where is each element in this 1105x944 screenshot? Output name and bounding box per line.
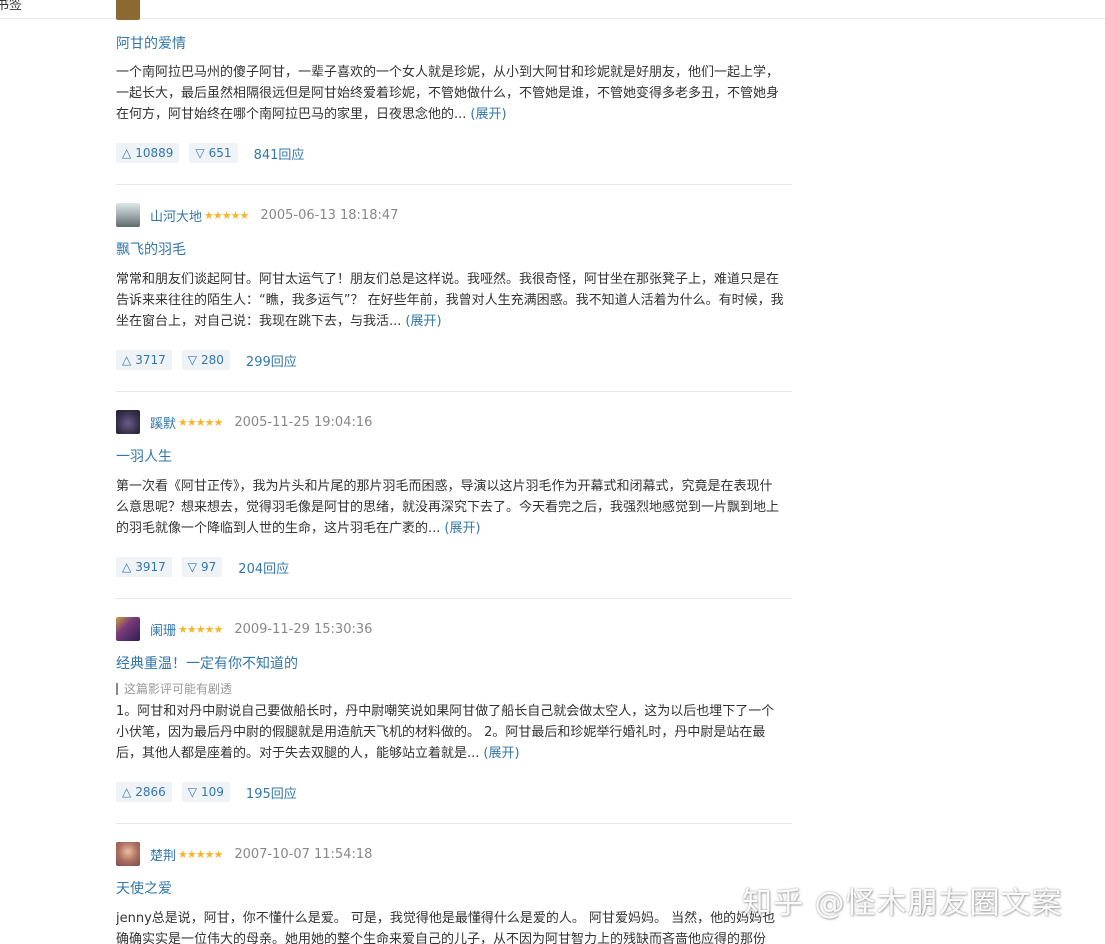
- author-name[interactable]: 山河大地: [150, 206, 202, 225]
- rating-stars: ★★★★★: [178, 622, 223, 636]
- review-excerpt: jenny总是说，阿甘，你不懂什么是爱。 可是，我觉得他是最懂得什么是爱的人。 …: [116, 911, 776, 944]
- review-title[interactable]: 经典重温！一定有你不知道的: [116, 653, 298, 673]
- review-body: jenny总是说，阿甘，你不懂什么是爱。 可是，我觉得他是最懂得什么是爱的人。 …: [116, 908, 784, 944]
- spoiler-warning: 这篇影评可能有剧透: [116, 683, 232, 695]
- expand-link[interactable]: (展开): [470, 107, 506, 122]
- review-body: 一个南阿拉巴马州的傻子阿甘，一辈子喜欢的一个女人就是珍妮，从小到大阿甘和珍妮就是…: [116, 62, 784, 125]
- avatar[interactable]: [116, 203, 140, 227]
- reply-count-link[interactable]: 841回应: [254, 144, 305, 163]
- rating-stars: ★★★★★: [178, 847, 223, 861]
- upvote-icon: △: [122, 353, 132, 367]
- downvote-icon: ▽: [187, 785, 198, 799]
- review-title[interactable]: 飘飞的羽毛: [116, 239, 186, 259]
- review-header: 楚荆 ★★★★★ 2007-10-07 11:54:18: [116, 842, 372, 866]
- review-time[interactable]: 2005-11-25 19:04:16: [234, 415, 372, 430]
- review-body: 第一次看《阿甘正传》，我为片头和片尾的那片羽毛而困惑，导演以这片羽毛作为开幕式和…: [116, 476, 784, 539]
- avatar[interactable]: [116, 842, 140, 866]
- rating-stars: ★★★★★: [178, 415, 223, 429]
- review-header: 阑珊 ★★★★★ 2009-11-29 15:30:36: [116, 617, 372, 641]
- review-header: 蹊默 ★★★★★ 2005-11-25 19:04:16: [116, 410, 372, 434]
- review-time[interactable]: 2009-11-29 15:30:36: [234, 622, 372, 637]
- review-actions: △ 3717 ▽ 280 299回应: [116, 350, 297, 370]
- avatar[interactable]: [116, 0, 140, 20]
- upvote-count: 10889: [135, 146, 174, 160]
- upvote-icon: △: [122, 146, 132, 160]
- review-actions: △ 10889 ▽ 651 841回应: [116, 143, 304, 163]
- review-excerpt: 常常和朋友们谈起阿甘。阿甘太运气了！朋友们总是这样说。我哑然。我很奇怪，阿甘坐在…: [116, 272, 784, 329]
- divider: [116, 391, 792, 392]
- review-time[interactable]: 2007-10-07 11:54:18: [234, 847, 372, 862]
- upvote-icon: △: [122, 785, 132, 799]
- review-title[interactable]: 天使之爱: [116, 878, 172, 898]
- downvote-button[interactable]: ▽ 651: [189, 143, 238, 163]
- review-body: 常常和朋友们谈起阿甘。阿甘太运气了！朋友们总是这样说。我哑然。我很奇怪，阿甘坐在…: [116, 269, 784, 332]
- review-title[interactable]: 一羽人生: [116, 446, 172, 466]
- rating-stars: ★★★★★: [204, 208, 249, 222]
- review-header: 山河大地 ★★★★★ 2005-06-13 18:18:47: [116, 203, 398, 227]
- upvote-icon: △: [122, 560, 132, 574]
- downvote-count: 280: [201, 353, 224, 367]
- review-actions: △ 3917 ▽ 97 204回应: [116, 557, 289, 577]
- downvote-count: 109: [201, 785, 224, 799]
- author-name[interactable]: 楚荆: [150, 845, 176, 864]
- downvote-button[interactable]: ▽ 109: [181, 782, 230, 802]
- review-body: 1。阿甘和对丹中尉说自己要做船长时，丹中尉嘲笑说如果阿甘做了船长自己就会做太空人…: [116, 701, 784, 764]
- expand-link[interactable]: (展开): [405, 314, 441, 329]
- review-actions: △ 2866 ▽ 109 195回应: [116, 782, 297, 802]
- upvote-button[interactable]: △ 3917: [116, 557, 172, 577]
- avatar[interactable]: [116, 410, 140, 434]
- top-bar: 书签: [0, 0, 1105, 19]
- reply-count-link[interactable]: 299回应: [246, 351, 297, 370]
- author-name[interactable]: 蹊默: [150, 413, 176, 432]
- downvote-button[interactable]: ▽ 97: [181, 557, 223, 577]
- review-time[interactable]: 2005-06-13 18:18:47: [260, 208, 398, 223]
- divider: [116, 823, 792, 824]
- downvote-count: 97: [201, 560, 217, 574]
- review-title[interactable]: 阿甘的爱情: [116, 33, 186, 53]
- reply-count-link[interactable]: 204回应: [238, 558, 289, 577]
- reply-count-link[interactable]: 195回应: [246, 783, 297, 802]
- upvote-count: 2866: [135, 785, 166, 799]
- review-excerpt: 一个南阿拉巴马州的傻子阿甘，一辈子喜欢的一个女人就是珍妮，从小到大阿甘和珍妮就是…: [116, 65, 780, 122]
- author-name[interactable]: 阑珊: [150, 620, 176, 639]
- upvote-count: 3717: [135, 353, 166, 367]
- downvote-icon: ▽: [187, 560, 198, 574]
- downvote-icon: ▽: [187, 353, 198, 367]
- divider: [116, 184, 792, 185]
- downvote-button[interactable]: ▽ 280: [181, 350, 230, 370]
- downvote-count: 651: [208, 146, 232, 160]
- upvote-count: 3917: [135, 560, 166, 574]
- zhihu-watermark: 知乎 @怪木朋友圈文案: [742, 886, 1063, 921]
- avatar[interactable]: [116, 617, 140, 641]
- downvote-icon: ▽: [195, 146, 205, 160]
- expand-link[interactable]: (展开): [444, 521, 480, 536]
- upvote-button[interactable]: △ 3717: [116, 350, 172, 370]
- divider: [116, 598, 792, 599]
- upvote-button[interactable]: △ 2866: [116, 782, 172, 802]
- upvote-button[interactable]: △ 10889: [116, 143, 180, 163]
- review-excerpt: 1。阿甘和对丹中尉说自己要做船长时，丹中尉嘲笑说如果阿甘做了船长自己就会做太空人…: [116, 704, 775, 761]
- top-bar-text: 书签: [0, 0, 23, 13]
- expand-link[interactable]: (展开): [483, 746, 519, 761]
